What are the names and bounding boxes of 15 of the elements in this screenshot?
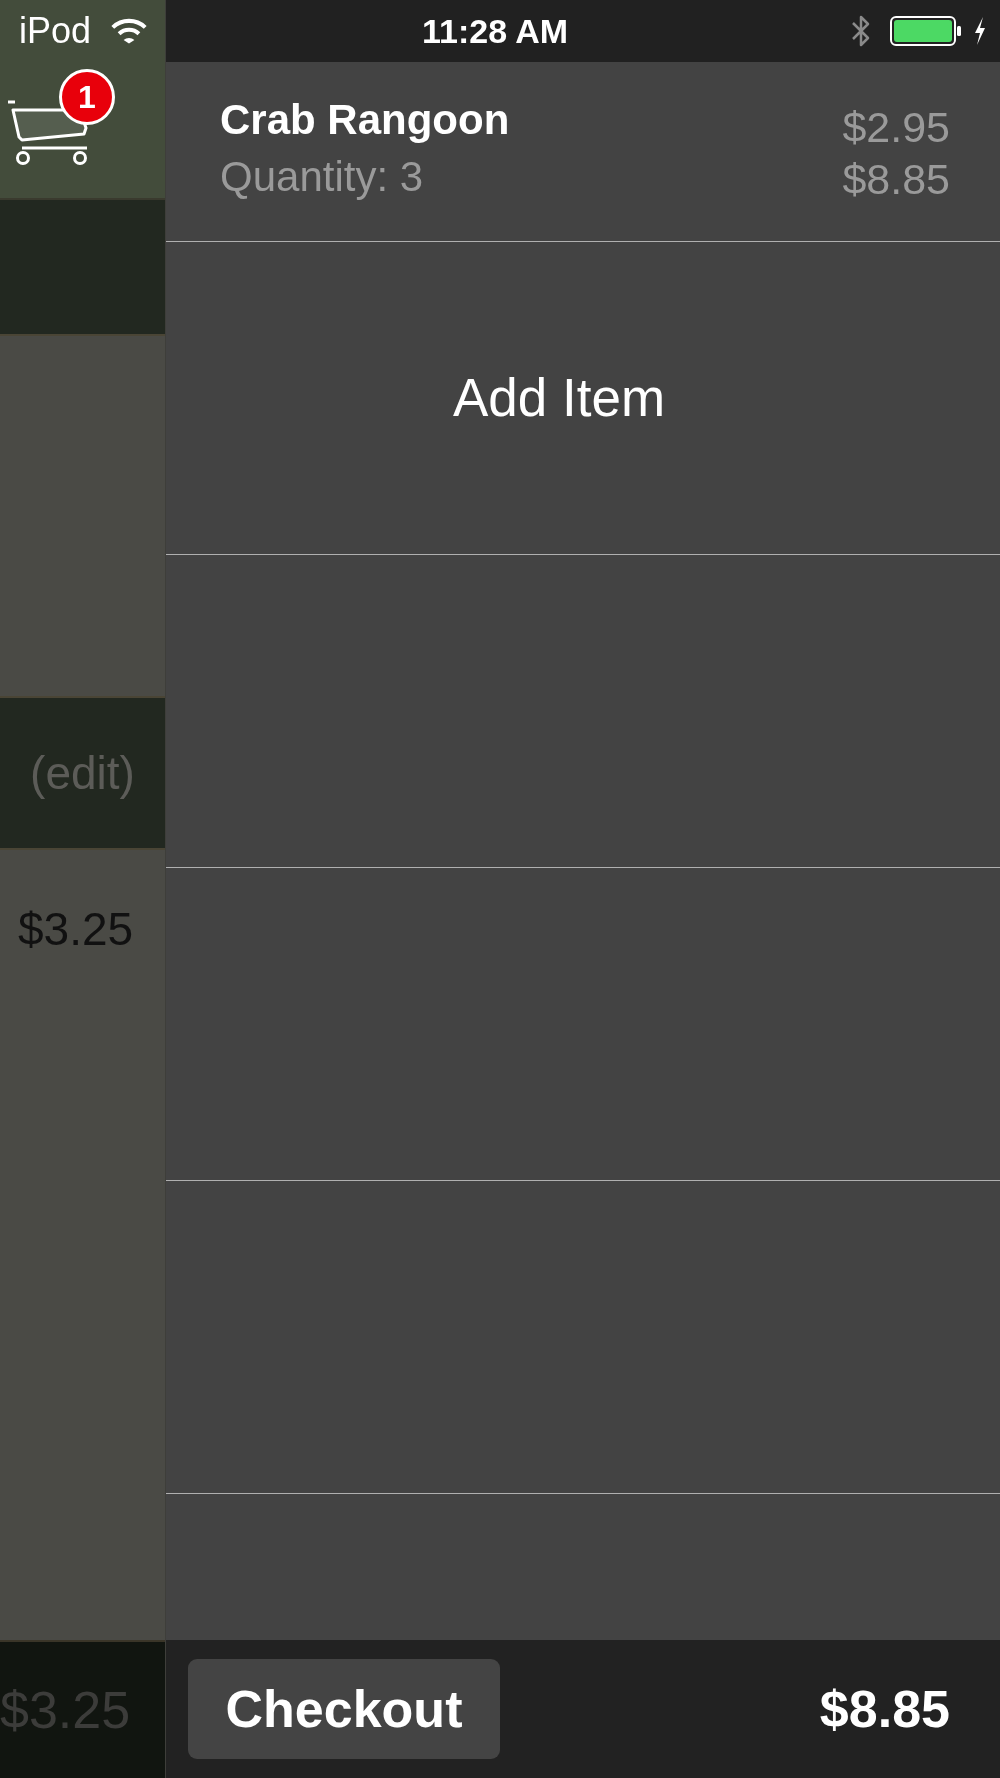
add-item-button[interactable]: Add Item bbox=[452, 368, 666, 429]
lightning-bolt-icon bbox=[974, 17, 986, 45]
item-quantity: Quantity: 3 bbox=[220, 153, 425, 201]
status-time: 11:28 AM bbox=[422, 11, 569, 51]
item-unit-price: $2.95 bbox=[842, 103, 950, 152]
battery-icon bbox=[890, 16, 962, 46]
order-total: $8.85 bbox=[819, 1679, 950, 1739]
wifi-icon bbox=[111, 18, 148, 44]
cart-badge: 1 bbox=[59, 69, 115, 125]
checkout-button[interactable]: Checkout bbox=[188, 1659, 500, 1759]
item-line-total: $8.85 bbox=[842, 155, 950, 204]
carrier-name: iPod bbox=[19, 13, 92, 49]
bluetooth-icon bbox=[850, 14, 872, 48]
item-name: Crab Rangoon bbox=[220, 96, 510, 144]
menu-price: $3.25 bbox=[18, 903, 134, 955]
